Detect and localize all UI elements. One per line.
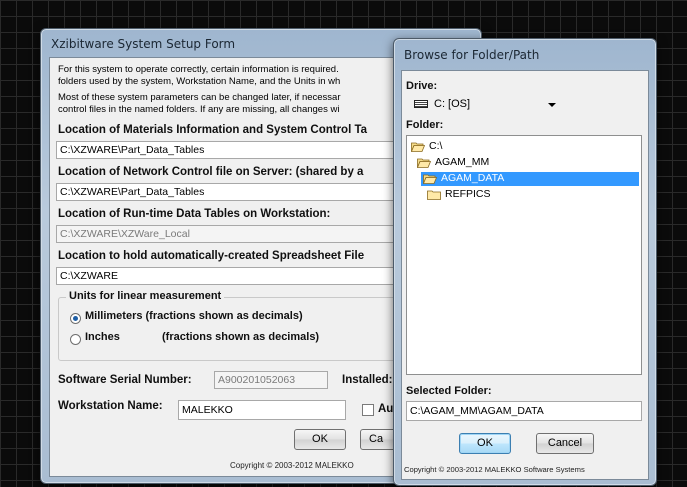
folder-label: Folder: xyxy=(406,119,444,131)
auto-checkbox[interactable] xyxy=(362,404,374,416)
tree-item-c-root[interactable]: C:\ xyxy=(411,140,611,154)
browse-copyright: Copyright © 2003-2012 MALEKKO Software S… xyxy=(404,465,585,474)
spreadsheet-path-input[interactable]: C:\XZWARE xyxy=(56,267,436,285)
folder-icon xyxy=(427,190,441,200)
materials-path-input[interactable]: C:\XZWARE\Part_Data_Tables xyxy=(56,141,436,159)
intro-text-2: folders used by the system, Workstation … xyxy=(58,76,341,87)
inches-label[interactable]: Inches xyxy=(85,331,120,343)
intro-text-4: control files in the named folders. If a… xyxy=(58,104,340,115)
runtime-label: Location of Run-time Data Tables on Work… xyxy=(58,208,331,220)
spreadsheet-label: Location to hold automatically-created S… xyxy=(58,250,365,262)
open-folder-icon xyxy=(417,158,431,168)
tree-item-refpics[interactable]: REFPICS xyxy=(427,188,627,202)
inches-fraction-note: (fractions shown as decimals) xyxy=(162,331,320,343)
workstation-name-input[interactable]: MALEKKO xyxy=(178,400,346,420)
workstation-name-label: Workstation Name: xyxy=(58,400,163,412)
tree-item-label: C:\ xyxy=(429,140,443,152)
drive-label: Drive: xyxy=(406,80,438,92)
intro-text-3: Most of these system parameters can be c… xyxy=(58,92,341,103)
runtime-path-input[interactable]: C:\XZWARE\XZWare_Local xyxy=(56,225,436,243)
serial-number-label: Software Serial Number: xyxy=(58,374,192,386)
network-label: Location of Network Control file on Serv… xyxy=(58,166,364,178)
setup-form-title: Xzibitware System Setup Form xyxy=(51,37,236,51)
tree-item-label: REFPICS xyxy=(445,188,491,200)
installed-label: Installed: xyxy=(342,374,393,386)
browse-ok-button[interactable]: OK xyxy=(459,433,511,454)
auto-checkbox-label[interactable]: Au xyxy=(378,403,393,415)
materials-label: Location of Materials Information and Sy… xyxy=(58,124,368,136)
tree-item-agam-data[interactable]: AGAM_DATA xyxy=(421,172,639,186)
inches-radio[interactable] xyxy=(70,334,81,345)
browse-folder-title: Browse for Folder/Path xyxy=(404,48,540,62)
network-path-input[interactable]: C:\XZWARE\Part_Data_Tables xyxy=(56,183,436,201)
drive-select-value: C: [OS] xyxy=(434,98,471,110)
millimeters-label[interactable]: Millimeters (fractions shown as decimals… xyxy=(85,310,303,322)
millimeters-radio[interactable] xyxy=(70,313,81,324)
drive-icon xyxy=(414,100,428,108)
drive-select[interactable]: C: [OS] xyxy=(412,96,560,114)
serial-number-input[interactable]: A900201052063 xyxy=(214,371,328,389)
setup-ok-button[interactable]: OK xyxy=(294,429,346,450)
open-folder-icon xyxy=(411,142,425,152)
tree-item-label: AGAM_MM xyxy=(435,156,490,168)
browse-cancel-button[interactable]: Cancel xyxy=(536,433,594,454)
selected-folder-label: Selected Folder: xyxy=(406,385,492,397)
selected-folder-input[interactable]: C:\AGAM_MM\AGAM_DATA xyxy=(406,401,642,421)
chevron-down-icon[interactable] xyxy=(548,103,556,107)
open-folder-icon xyxy=(423,174,437,184)
tree-item-label: AGAM_DATA xyxy=(441,172,505,184)
browse-folder-client: Drive: C: [OS] Folder: C:\ AGAM_MM AGAM_… xyxy=(401,70,649,480)
tree-item-agam-mm[interactable]: AGAM_MM xyxy=(417,156,617,170)
setup-copyright: Copyright © 2003-2012 MALEKKO xyxy=(230,461,354,470)
units-group-label: Units for linear measurement xyxy=(66,290,225,302)
browse-folder-window: Browse for Folder/Path Drive: C: [OS] Fo… xyxy=(393,38,657,486)
units-groupbox xyxy=(58,297,440,361)
folder-tree[interactable]: C:\ AGAM_MM AGAM_DATA REFPICS xyxy=(406,135,642,375)
intro-text-1: For this system to operate correctly, ce… xyxy=(58,64,339,75)
